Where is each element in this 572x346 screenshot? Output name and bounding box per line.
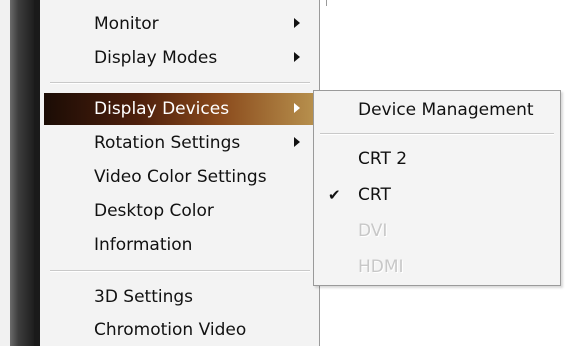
menu-item-desktop-color[interactable]: Desktop Color <box>44 195 314 227</box>
menu-item-chromotion-video[interactable]: Chromotion Video <box>44 314 314 346</box>
submenu-item-label: DVI <box>358 221 388 241</box>
submenu-item-label: HDMI <box>358 257 404 277</box>
submenu-arrow-icon <box>294 52 300 62</box>
menu-item-label: Display Modes <box>94 48 218 68</box>
submenu-item-crt-2[interactable]: CRT 2 <box>314 143 560 175</box>
display-devices-submenu: Device Management CRT 2 ✔ CRT DVI HDMI <box>313 90 561 286</box>
submenu-separator <box>320 133 554 135</box>
menu-item-label: Chromotion Video <box>94 320 247 340</box>
menu-item-label: 3D Settings <box>94 287 194 307</box>
submenu-arrow-icon <box>294 18 300 28</box>
context-menu: Monitor Display Modes Display Devices Ro… <box>40 0 320 346</box>
menu-item-label: Display Devices <box>94 99 230 119</box>
menu-separator <box>50 82 310 84</box>
submenu-item-device-management[interactable]: Device Management <box>314 94 560 126</box>
submenu-item-hdmi: HDMI <box>314 251 560 283</box>
menu-item-label: Desktop Color <box>94 201 214 221</box>
menu-item-monitor[interactable]: Monitor <box>44 8 314 40</box>
window-frame-border <box>10 0 34 346</box>
menu-item-label: Rotation Settings <box>94 133 241 153</box>
left-window-edge <box>0 0 40 346</box>
menu-item-label: Information <box>94 235 193 255</box>
submenu-item-label: CRT <box>358 185 391 205</box>
menu-separator <box>50 270 310 272</box>
menu-item-display-modes[interactable]: Display Modes <box>44 42 314 74</box>
submenu-arrow-icon <box>294 137 300 147</box>
submenu-item-dvi: DVI <box>314 215 560 247</box>
submenu-item-label: CRT 2 <box>358 149 408 169</box>
menu-item-information[interactable]: Information <box>44 229 314 261</box>
menu-item-label: Monitor <box>94 14 159 34</box>
submenu-arrow-icon <box>294 103 300 113</box>
submenu-item-label: Device Management <box>358 100 534 120</box>
menu-item-video-color-settings[interactable]: Video Color Settings <box>44 161 314 193</box>
submenu-item-crt[interactable]: ✔ CRT <box>314 179 560 211</box>
menu-item-label: Video Color Settings <box>94 167 267 187</box>
menu-item-rotation-settings[interactable]: Rotation Settings <box>44 127 314 159</box>
checkmark-icon: ✔ <box>328 186 341 204</box>
menu-item-3d-settings[interactable]: 3D Settings <box>44 281 314 313</box>
menu-item-display-devices[interactable]: Display Devices <box>44 93 314 125</box>
